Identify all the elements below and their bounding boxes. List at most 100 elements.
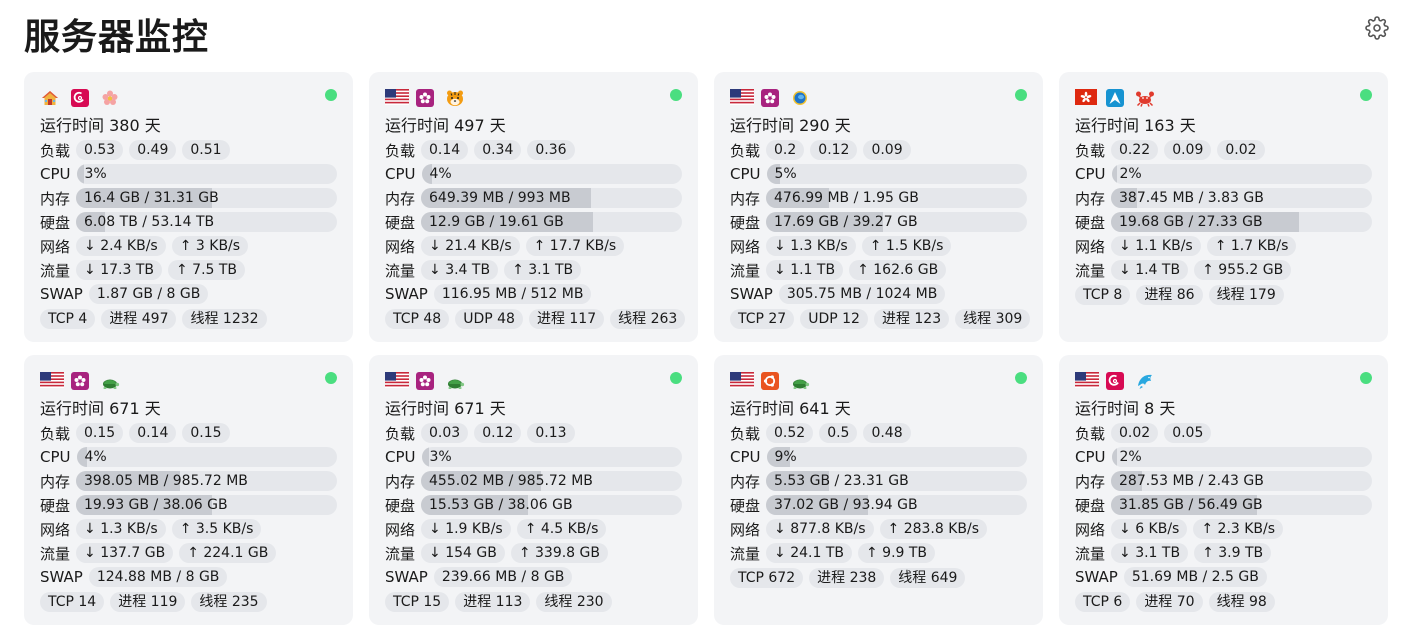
traffic-label: 流量 [730,261,761,280]
flower-icon [100,89,120,107]
cpu-bar: 2% [1111,164,1372,184]
disk-row: 硬盘 12.9 GB / 19.61 GB [385,210,682,234]
load-value: 0.52 [766,423,814,443]
load-value: 0.12 [810,140,858,160]
memory-row: 内存 287.53 MB / 2.43 GB [1075,469,1372,493]
server-icons [730,371,1027,391]
disk-value: 17.69 GB / 39.27 GB [774,214,918,230]
stat-tag: 进程 117 [528,309,605,329]
memory-label: 内存 [730,189,761,208]
cpu-bar: 9% [766,447,1027,467]
network-row: 网络 ↓ 1.3 KB/s ↑ 3.5 KB/s [40,517,337,541]
server-card[interactable]: 运行时间 8 天 负载 0.02 0.05 CPU 2% 内存 287.53 MB … [1059,355,1388,625]
traffic-row: 流量 ↓ 17.3 TB ↑ 7.5 TB [40,258,337,282]
memory-row: 内存 398.05 MB / 985.72 MB [40,469,337,493]
cpu-value: 2% [1119,449,1142,465]
disk-label: 硬盘 [1075,496,1106,515]
stat-tag: 进程 113 [455,592,531,612]
us-flag-icon [730,89,754,107]
traffic-up: ↑ 3.1 TB [504,260,582,280]
stat-tag: TCP 6 [1075,592,1131,612]
traffic-row: 流量 ↓ 154 GB ↑ 339.8 GB [385,541,682,565]
uptime-prefix: 运行时间 [40,116,105,135]
memory-label: 内存 [1075,189,1106,208]
load-row: 负载 0.14 0.34 0.36 [385,138,682,162]
uptime-suffix: 天 [1159,399,1176,418]
cpu-bar: 4% [76,447,337,467]
rocky-icon [760,89,780,107]
online-status-dot [670,89,682,101]
online-status-dot [1015,372,1027,384]
load-label: 负载 [730,424,761,443]
traffic-up: ↑ 224.1 GB [179,543,277,563]
uptime-suffix: 天 [489,116,506,135]
stat-tag: TCP 8 [1075,285,1131,305]
disk-row: 硬盘 17.69 GB / 39.27 GB [730,210,1027,234]
settings-button[interactable] [1365,16,1389,40]
memory-row: 内存 16.4 GB / 31.31 GB [40,186,337,210]
server-card[interactable]: 运行时间 671 天 负载 0.03 0.12 0.13 CPU 3% 内存 455.… [369,355,698,625]
stat-tag: 线程 235 [191,592,267,612]
load-value: 0.49 [129,140,177,160]
cpu-row: CPU 2% [1075,445,1372,469]
load-value: 0.14 [421,140,469,160]
uptime-prefix: 运行时间 [1075,399,1140,418]
network-up: ↑ 17.7 KB/s [525,236,625,256]
uptime: 运行时间 497 天 [385,114,682,138]
server-card[interactable]: 运行时间 497 天 负载 0.14 0.34 0.36 CPU 4% 内存 649.… [369,72,698,342]
swap-label: SWAP [40,568,83,586]
swap-value: 116.95 MB / 512 MB [433,284,592,304]
load-value: 0.5 [819,423,858,443]
network-row: 网络 ↓ 1.3 KB/s ↑ 1.5 KB/s [730,234,1027,258]
network-label: 网络 [730,237,761,256]
memory-row: 内存 649.39 MB / 993 MB [385,186,682,210]
traffic-down: ↓ 24.1 TB [766,543,852,563]
stat-tag: TCP 4 [40,309,96,329]
disk-row: 硬盘 19.68 GB / 27.33 GB [1075,210,1372,234]
cpu-label: CPU [385,448,416,466]
stat-tag: 进程 86 [1136,285,1203,305]
server-card[interactable]: 运行时间 163 天 负载 0.22 0.09 0.02 CPU 2% 内存 387.… [1059,72,1388,342]
swap-value: 124.88 MB / 8 GB [88,567,228,587]
swap-label: SWAP [40,285,83,303]
swap-label: SWAP [730,285,773,303]
traffic-down: ↓ 137.7 GB [76,543,174,563]
server-card[interactable]: 运行时间 290 天 负载 0.2 0.12 0.09 CPU 5% 内存 476.9… [714,72,1043,342]
server-card[interactable]: 运行时间 380 天 负载 0.53 0.49 0.51 CPU 3% 内存 16.4… [24,72,353,342]
memory-label: 内存 [1075,472,1106,491]
memory-label: 内存 [40,189,71,208]
load-label: 负载 [40,424,71,443]
stat-tag: TCP 15 [385,592,450,612]
server-icons [1075,371,1372,391]
uptime-prefix: 运行时间 [1075,116,1140,135]
stat-tag: 进程 119 [110,592,186,612]
swap-row: SWAP 124.88 MB / 8 GB [40,565,337,589]
network-label: 网络 [1075,237,1106,256]
ubuntu-icon [760,372,780,390]
server-icons [385,88,682,108]
traffic-label: 流量 [385,261,416,280]
disk-row: 硬盘 19.93 GB / 38.06 GB [40,493,337,517]
network-row: 网络 ↓ 877.8 KB/s ↑ 283.8 KB/s [730,517,1027,541]
stat-tag: 线程 179 [1208,285,1284,305]
disk-value: 6.08 TB / 53.14 TB [84,214,215,230]
disk-row: 硬盘 6.08 TB / 53.14 TB [40,210,337,234]
traffic-up: ↑ 7.5 TB [167,260,246,280]
disk-bar: 6.08 TB / 53.14 TB [76,212,337,232]
disk-value: 31.85 GB / 56.49 GB [1119,497,1263,513]
server-card[interactable]: 运行时间 641 天 负载 0.52 0.5 0.48 CPU 9% 内存 5.53 … [714,355,1043,625]
swap-value: 239.66 MB / 8 GB [433,567,573,587]
network-down: ↓ 1.1 KB/s [1111,236,1201,256]
stat-tag: 线程 649 [890,568,966,588]
swap-label: SWAP [385,568,428,586]
gear-icon [1365,16,1389,40]
stat-tags: TCP 15 进程 113 线程 230 [385,589,682,615]
server-card[interactable]: 运行时间 671 天 负载 0.15 0.14 0.15 CPU 4% 内存 398.… [24,355,353,625]
load-value: 0.02 [1111,423,1159,443]
cpu-value: 4% [84,449,107,465]
traffic-down: ↓ 154 GB [421,543,505,563]
uptime-prefix: 运行时间 [730,116,795,135]
cpu-value: 2% [1119,166,1142,182]
memory-label: 内存 [385,189,416,208]
uptime-days: 8 [1144,399,1155,418]
